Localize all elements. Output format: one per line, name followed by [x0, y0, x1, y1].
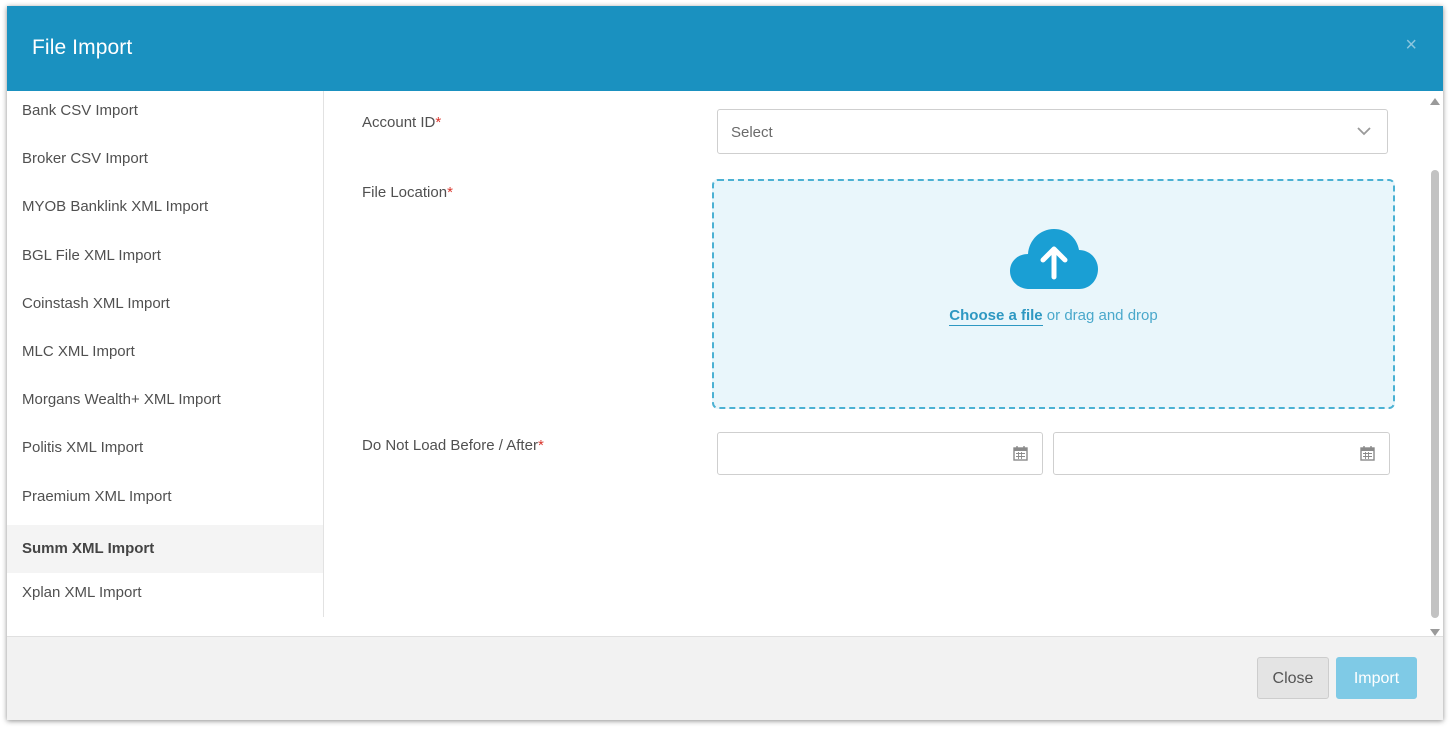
import-type-sidebar: Bank CSV Import Broker CSV Import MYOB B… [7, 91, 324, 617]
sidebar-item-politis[interactable]: Politis XML Import [7, 428, 323, 476]
sidebar-item-summ[interactable]: Summ XML Import [7, 524, 323, 573]
choose-file-link[interactable]: Choose a file [949, 307, 1043, 326]
file-dropzone[interactable]: Choose a file or drag and drop [712, 179, 1395, 409]
date-before-input[interactable] [717, 432, 1043, 475]
close-icon[interactable]: × [1405, 35, 1417, 55]
sidebar-item-myob-banklink[interactable]: MYOB Banklink XML Import [7, 187, 323, 235]
import-button[interactable]: Import [1336, 657, 1417, 699]
date-range-label: Do Not Load Before / After* [362, 437, 544, 454]
calendar-icon[interactable] [1013, 445, 1028, 461]
account-id-select[interactable]: Select [717, 109, 1388, 154]
close-button[interactable]: Close [1257, 657, 1329, 699]
sidebar-item-bgl-file[interactable]: BGL File XML Import [7, 236, 323, 284]
sidebar-item-coinstash[interactable]: Coinstash XML Import [7, 284, 323, 332]
date-range-label-text: Do Not Load Before / After [362, 437, 538, 454]
sidebar-item-broker-csv[interactable]: Broker CSV Import [7, 139, 323, 187]
modal-title: File Import [32, 36, 133, 59]
sidebar-item-mlc[interactable]: MLC XML Import [7, 332, 323, 380]
cloud-upload-icon [1010, 229, 1098, 289]
account-id-label-text: Account ID [362, 114, 436, 131]
vertical-scrollbar[interactable] [1427, 91, 1443, 636]
dropzone-text: Choose a file or drag and drop [714, 307, 1393, 326]
modal-header: File Import × [7, 6, 1443, 91]
chevron-down-icon [1357, 127, 1371, 136]
scrollbar-thumb[interactable] [1431, 170, 1439, 618]
required-marker: * [537, 437, 544, 454]
sidebar-item-bank-csv[interactable]: Bank CSV Import [7, 91, 323, 139]
drag-drop-text: or drag and drop [1042, 307, 1158, 324]
required-marker: * [435, 114, 442, 131]
file-location-label: File Location* [362, 184, 453, 201]
required-marker: * [447, 184, 453, 201]
sidebar-item-xplan[interactable]: Xplan XML Import [7, 573, 323, 621]
scroll-up-arrow-icon[interactable] [1430, 98, 1440, 105]
modal-footer: Close Import [7, 636, 1443, 720]
scroll-down-arrow-icon[interactable] [1430, 629, 1440, 636]
date-after-input[interactable] [1053, 432, 1390, 475]
sidebar-item-praemium[interactable]: Praemium XML Import [7, 477, 323, 525]
sidebar-item-morgans-wealth[interactable]: Morgans Wealth+ XML Import [7, 380, 323, 428]
account-id-placeholder: Select [731, 124, 773, 141]
file-import-modal: File Import × Bank CSV Import Broker CSV… [7, 6, 1443, 720]
file-location-label-text: File Location [362, 184, 448, 201]
modal-body: Bank CSV Import Broker CSV Import MYOB B… [7, 91, 1443, 636]
account-id-label: Account ID* [362, 114, 441, 131]
calendar-icon[interactable] [1360, 445, 1375, 461]
import-form: Account ID* Select File Location* Choose… [323, 91, 1427, 636]
